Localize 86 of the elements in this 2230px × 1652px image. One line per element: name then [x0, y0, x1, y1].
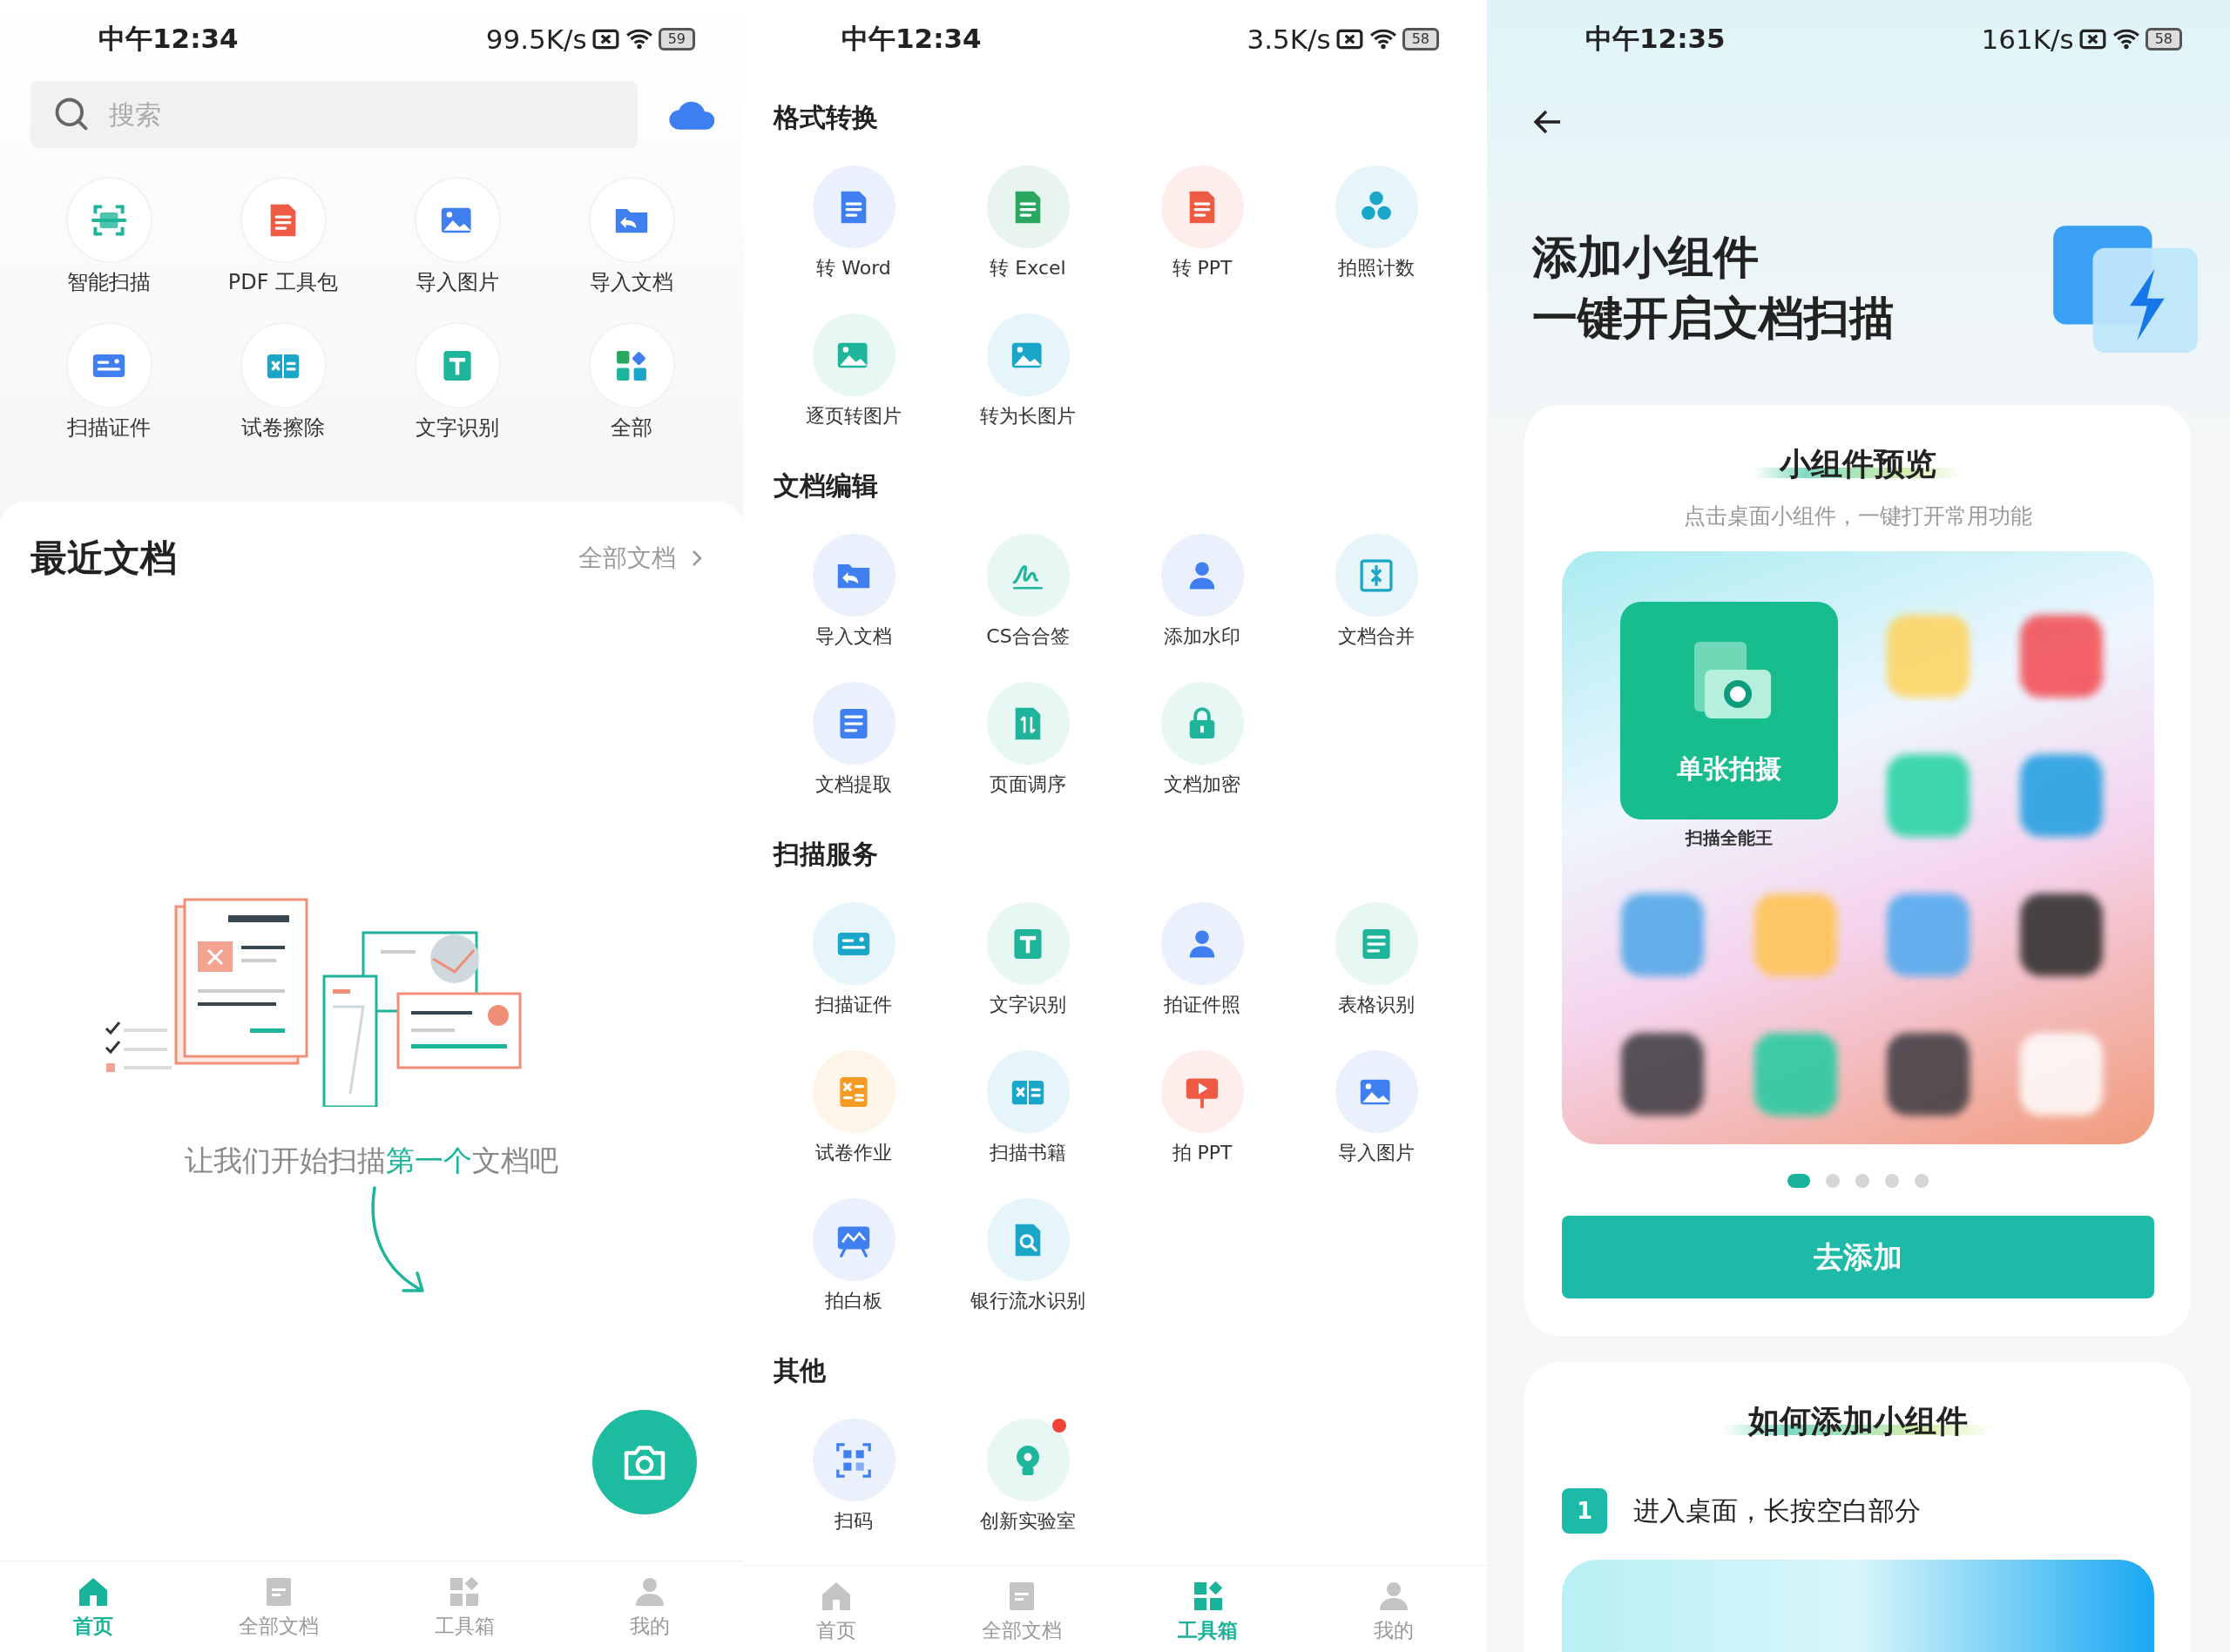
blurred-app-icon [1754, 1033, 1837, 1116]
tool-label: 拍 PPT [1172, 1141, 1233, 1165]
blurred-app-icon [1621, 893, 1705, 976]
tool-label: 导入图片 [1338, 1141, 1415, 1165]
nav-tab[interactable]: 工具箱 [371, 1561, 558, 1652]
tool-label: 导入文档 [815, 624, 892, 649]
tool-label: 试卷擦除 [241, 415, 325, 442]
tool-label: 智能扫描 [67, 269, 151, 296]
tool-label: 文档加密 [1164, 772, 1240, 797]
blurred-app-icon [1887, 1033, 1970, 1116]
tool-label: 文字识别 [990, 993, 1066, 1017]
nav-tab[interactable]: 首页 [743, 1566, 929, 1652]
blurred-app-icon [1621, 1033, 1705, 1116]
blurred-app-icon [2019, 893, 2103, 976]
tool-label: 添加水印 [1164, 624, 1240, 649]
tool-label: 银行流水识别 [970, 1289, 1085, 1313]
tool-label: 扫码 [835, 1509, 873, 1534]
blurred-app-icon [2019, 754, 2103, 837]
data-saver-icon [591, 28, 620, 51]
tool-label: 扫描证件 [815, 993, 892, 1017]
nav-tab[interactable]: 首页 [0, 1561, 186, 1652]
tool-label: 页面调序 [990, 772, 1066, 797]
section-title: 扫描服务 [774, 838, 879, 871]
wifi-icon [2112, 28, 2140, 51]
blurred-app-icon [2019, 615, 2103, 698]
battery-indicator: 59 [658, 28, 695, 51]
wifi-icon [625, 28, 653, 51]
status-time: 中午12:34 [98, 22, 239, 56]
blurred-app-icon [1887, 893, 1970, 976]
nav-tab[interactable]: 工具箱 [1115, 1566, 1301, 1652]
status-time: 中午12:35 [1585, 22, 1726, 56]
section-title: 格式转换 [774, 101, 879, 134]
tool-label: 拍证件照 [1164, 993, 1240, 1017]
battery-indicator: 58 [2145, 28, 2182, 51]
tool-label: PDF 工具包 [227, 269, 339, 296]
tool-label: 试卷作业 [815, 1141, 892, 1165]
data-saver-icon [1335, 28, 1364, 51]
tool-label: 扫描证件 [67, 415, 151, 442]
section-title: 最近文档 [30, 536, 177, 581]
tool-label: 转 PPT [1172, 256, 1233, 280]
scan-widget: 单张拍摄 [1620, 602, 1838, 819]
add-widget-button[interactable]: 去添加 [1561, 1216, 2154, 1298]
section-title: 其他 [774, 1354, 827, 1387]
page-title: 一键开启文档扫描 [1532, 291, 1895, 346]
blurred-app-icon [1754, 893, 1837, 976]
nav-tab[interactable]: 全部文档 [186, 1561, 372, 1652]
card-subtitle: 点击桌面小组件，一键打开常用功能 [1683, 502, 2032, 530]
search-field[interactable]: 搜索 [30, 81, 638, 148]
app-name: 扫描全能王 [1686, 826, 1773, 850]
tool-label: 扫描书籍 [990, 1141, 1066, 1165]
tool-label: 全部 [611, 415, 652, 442]
blurred-app-icon [1887, 754, 1970, 837]
tool-label: 文字识别 [416, 415, 499, 442]
empty-state-message: 让我们开始扫描第一个文档吧 [185, 1143, 558, 1179]
tool-label: CS合合签 [986, 624, 1070, 649]
tool-label: 导入文档 [590, 269, 673, 296]
tool-label: 转 Word [816, 256, 891, 280]
nav-tab[interactable]: 全部文档 [929, 1566, 1115, 1652]
tool-label: 拍白板 [825, 1289, 882, 1313]
blurred-app-icon [2019, 1033, 2103, 1116]
step-text: 进入桌面，长按空白部分 [1633, 1494, 1921, 1527]
wifi-icon [1368, 28, 1397, 51]
tool-label: 转为长图片 [980, 404, 1076, 428]
section-title: 文档编辑 [774, 469, 879, 502]
tool-label: 文档提取 [815, 772, 892, 797]
tool-label: 创新实验室 [980, 1509, 1076, 1534]
network-speed: 161K/s [1981, 24, 2074, 55]
page-title: 添加小组件 [1532, 230, 1760, 285]
tool-label: 文档合并 [1338, 624, 1415, 649]
chevron-right-icon [692, 550, 702, 567]
nav-tab[interactable]: 我的 [1301, 1566, 1487, 1652]
status-time: 中午12:34 [841, 22, 982, 56]
step-number: 1 [1562, 1488, 1607, 1534]
network-speed: 3.5K/s [1247, 24, 1331, 55]
all-documents-link[interactable]: 全部文档 [578, 542, 713, 575]
notification-dot [1051, 1419, 1066, 1433]
nav-tab[interactable]: 我的 [557, 1561, 743, 1652]
battery-indicator: 58 [1402, 28, 1439, 51]
tool-label: 转 Excel [990, 256, 1066, 280]
tool-label: 逐页转图片 [806, 404, 902, 428]
data-saver-icon [2078, 28, 2107, 51]
tool-label: 导入图片 [416, 269, 499, 296]
blurred-app-icon [1887, 615, 1970, 698]
tool-label: 表格识别 [1338, 993, 1415, 1017]
network-speed: 99.5K/s [485, 24, 587, 55]
tool-label: 拍照计数 [1338, 256, 1415, 280]
